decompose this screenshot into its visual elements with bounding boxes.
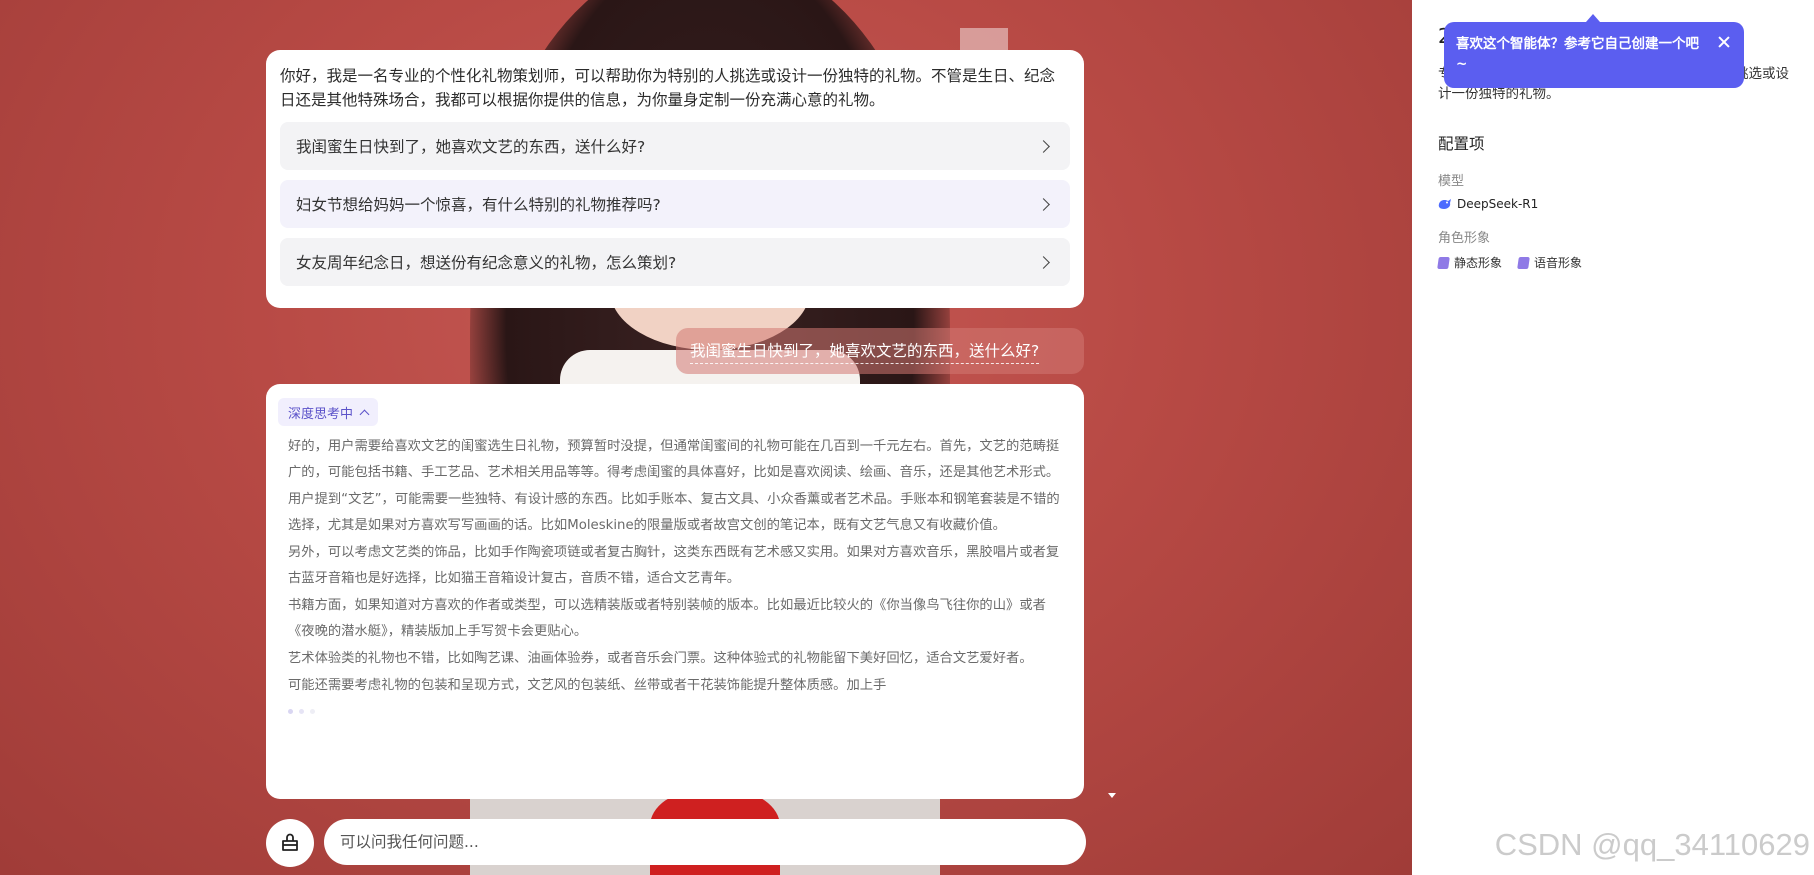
role-chip-voice[interactable]: 语音形象 — [1517, 254, 1583, 271]
chevron-right-icon — [1037, 197, 1050, 211]
agent-info-panel: 2 专业的个性化礼物策划师，可以帮助你为特别的人挑选或设计一份独特的礼物。 配置… — [1412, 0, 1814, 875]
role-chips: 静态形象 语音形象 — [1437, 254, 1788, 271]
tooltip-text: 喜欢这个智能体？参考它自己创建一个吧~ — [1456, 36, 1699, 72]
suggestion-item[interactable]: 女友周年纪念日，想送份有纪念意义的礼物，怎么策划? — [280, 238, 1070, 286]
role-chip-label: 语音形象 — [1534, 256, 1583, 270]
model-label: 模型 — [1438, 174, 1465, 189]
suggestion-item[interactable]: 我闺蜜生日快到了，她喜欢文艺的东西，送什么好? — [280, 122, 1070, 170]
thinking-paragraph: 用户提到“文艺”，可能需要一些独特、有设计感的东西。比如手账本、复古文具、小众香… — [288, 492, 1060, 533]
watermark: CSDN @qq_34110629 — [1494, 827, 1810, 862]
welcome-card: 你好，我是一名专业的个性化礼物策划师，可以帮助你为特别的人挑选或设计一份独特的礼… — [266, 50, 1084, 308]
role-chip-static[interactable]: 静态形象 — [1437, 254, 1503, 271]
config-section-title: 配置项 — [1438, 135, 1485, 153]
chevron-right-icon — [1037, 255, 1050, 269]
user-message-text: 我闺蜜生日快到了，她喜欢文艺的东西，送什么好? — [690, 339, 1040, 364]
card-icon — [1437, 256, 1450, 269]
loading-dots — [278, 709, 1072, 714]
background-decoration — [960, 28, 1008, 52]
close-icon[interactable] — [1716, 34, 1732, 50]
role-chip-label: 静态形象 — [1454, 256, 1503, 270]
thinking-paragraph: 另外，可以考虑文艺类的饰品，比如手作陶瓷项链或者复古胸针，这类东西既有艺术感又实… — [288, 545, 1060, 586]
thinking-paragraph: 可能还需要考虑礼物的包装和呈现方式，文艺风的包装纸、丝带或者干花装饰能提升整体质… — [288, 678, 887, 693]
thinking-content: 好的，用户需要给喜欢文艺的闺蜜选生日礼物，预算暂时没提，但通常闺蜜间的礼物可能在… — [278, 434, 1072, 699]
model-name: DeepSeek-R1 — [1457, 197, 1539, 211]
chat-input[interactable] — [340, 833, 1070, 851]
card-icon — [1517, 256, 1530, 269]
answer-card: 深度思考中 好的，用户需要给喜欢文艺的闺蜜选生日礼物，预算暂时没提，但通常闺蜜间… — [266, 384, 1084, 799]
create-agent-tooltip[interactable]: 喜欢这个智能体？参考它自己创建一个吧~ — [1444, 22, 1744, 88]
model-value: DeepSeek-R1 — [1438, 197, 1788, 211]
role-label: 角色形象 — [1438, 231, 1491, 246]
thinking-paragraph: 艺术体验类的礼物也不错，比如陶艺课、油画体验券，或者音乐会门票。这种体验式的礼物… — [288, 651, 1033, 666]
suggestion-item[interactable]: 妇女节想给妈妈一个惊喜，有什么特别的礼物推荐吗? — [280, 180, 1070, 228]
user-message-bubble: 我闺蜜生日快到了，她喜欢文艺的东西，送什么好? — [676, 328, 1084, 374]
chevron-right-icon — [1037, 139, 1050, 153]
thinking-paragraph: 书籍方面，如果知道对方喜欢的作者或类型，可以选精装版或者特别装帧的版本。比如最近… — [288, 598, 1046, 639]
thinking-paragraph: 好的，用户需要给喜欢文艺的闺蜜选生日礼物，预算暂时没提，但通常闺蜜间的礼物可能在… — [288, 439, 1060, 480]
suggestion-label: 妇女节想给妈妈一个惊喜，有什么特别的礼物推荐吗? — [296, 196, 661, 214]
suggestion-label: 我闺蜜生日快到了，她喜欢文艺的东西，送什么好? — [296, 138, 646, 156]
toolbox-icon — [282, 833, 298, 851]
welcome-text: 你好，我是一名专业的个性化礼物策划师，可以帮助你为特别的人挑选或设计一份独特的礼… — [280, 67, 1056, 109]
deep-think-label: 深度思考中 — [288, 406, 354, 422]
toolbox-button[interactable] — [266, 819, 314, 867]
tooltip-arrow — [1586, 14, 1600, 22]
chat-input-container[interactable] — [324, 819, 1086, 865]
deepseek-logo-icon — [1438, 199, 1451, 209]
suggestion-label: 女友周年纪念日，想送份有纪念意义的礼物，怎么策划? — [296, 254, 677, 272]
scroll-down-icon[interactable] — [1108, 793, 1116, 798]
chevron-up-icon — [359, 409, 370, 419]
deep-think-toggle[interactable]: 深度思考中 — [278, 398, 379, 426]
